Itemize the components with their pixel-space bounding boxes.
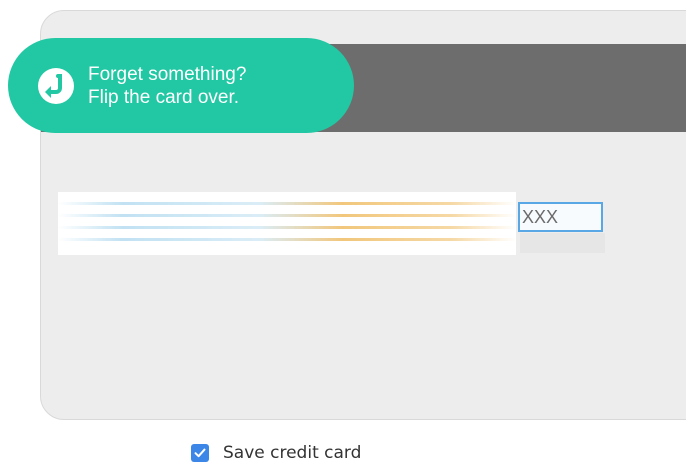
checkmark-icon xyxy=(194,448,206,458)
save-credit-card-option[interactable]: Save credit card xyxy=(191,443,361,463)
signature-line xyxy=(58,238,516,241)
signature-line xyxy=(58,214,516,217)
save-credit-card-label: Save credit card xyxy=(223,443,362,463)
cvv-input[interactable] xyxy=(518,202,603,232)
signature-panel xyxy=(58,192,516,255)
save-credit-card-checkbox[interactable] xyxy=(191,444,209,462)
return-arrow-icon xyxy=(34,64,78,108)
tooltip-line-1: Forget something? xyxy=(88,63,247,85)
signature-line xyxy=(58,202,516,205)
tooltip-line-2: Flip the card over. xyxy=(88,86,240,108)
cvv-input-shadow xyxy=(520,233,605,253)
tooltip-message: Forget something? Flip the card over. xyxy=(88,63,246,109)
signature-line xyxy=(58,226,516,229)
flip-card-tooltip: Forget something? Flip the card over. xyxy=(8,38,354,133)
